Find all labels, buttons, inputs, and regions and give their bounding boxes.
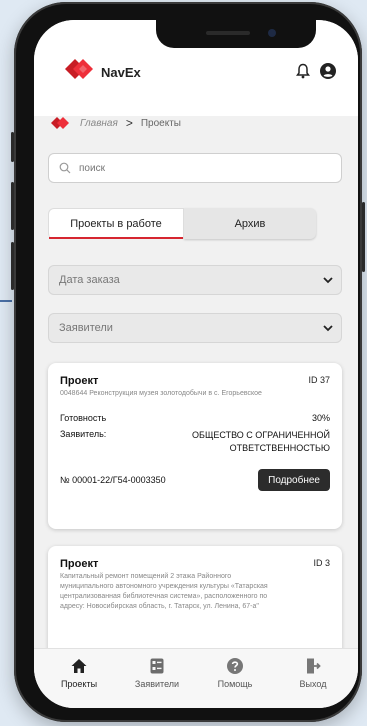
speaker — [206, 31, 250, 35]
applicants-icon — [150, 658, 164, 674]
tabbar-item-logout[interactable]: Выход — [278, 649, 348, 708]
bottom-tab-bar: Проекты Заявители Помощь Выход — [34, 648, 358, 708]
readiness-value: 30% — [311, 413, 330, 423]
tab-projects-in-work[interactable]: Проекты в работе — [48, 208, 184, 239]
applicants-dropdown[interactable]: Заявители — [48, 313, 342, 343]
phone-screen: NavEx Главная > Проекты Проекты в работе… — [34, 20, 358, 708]
breadcrumb-home-link[interactable]: Главная — [80, 118, 118, 129]
order-date-dropdown[interactable]: Дата заказа — [48, 265, 342, 295]
tabbar-label: Проекты — [60, 679, 98, 689]
breadcrumb-current: Проекты — [140, 117, 181, 129]
phone-power-button — [362, 202, 365, 272]
chevron-down-icon — [323, 325, 333, 332]
tabbar-item-help[interactable]: Помощь — [200, 649, 270, 708]
tabbar-label: Помощь — [217, 679, 253, 689]
phone-side-button — [11, 132, 14, 162]
chevron-down-icon — [323, 277, 333, 284]
phone-volume-up — [11, 182, 14, 230]
project-id: ID 37 — [308, 375, 330, 385]
applicants-label: Заявители — [59, 322, 113, 334]
phone-volume-down — [11, 242, 14, 290]
breadcrumb: Главная > Проекты — [50, 114, 181, 132]
phone-notch — [156, 20, 316, 48]
tabbar-item-projects[interactable]: Проекты — [44, 649, 114, 708]
applicant-label: Заявитель: — [60, 429, 107, 439]
order-date-label: Дата заказа — [59, 274, 120, 286]
search-icon — [59, 162, 71, 174]
project-title: Проект — [60, 558, 99, 570]
logout-icon — [307, 658, 321, 674]
project-card[interactable]: Проект ID 37 0048644 Реконструкция музея… — [48, 363, 342, 529]
projects-tabs: Проекты в работе Архив — [48, 208, 316, 239]
project-number: № 00001-22/Г54-0003350 — [60, 475, 166, 485]
help-icon — [227, 658, 243, 674]
user-icon[interactable] — [320, 63, 336, 79]
project-title: Проект — [60, 375, 99, 387]
project-id: ID 3 — [313, 558, 330, 568]
navex-logo-icon[interactable] — [62, 56, 96, 82]
home-icon — [71, 659, 87, 673]
camera — [268, 29, 276, 37]
tabbar-label: Заявители — [134, 679, 180, 689]
tabbar-label: Выход — [299, 679, 327, 689]
tabbar-item-applicants[interactable]: Заявители — [122, 649, 192, 708]
details-button[interactable]: Подробнее — [258, 469, 330, 491]
search-input[interactable] — [77, 161, 321, 175]
readiness-label: Готовность — [60, 413, 107, 423]
background-accent-line — [0, 300, 12, 302]
tab-archive[interactable]: Архив — [184, 208, 316, 239]
breadcrumb-logo-icon — [51, 117, 69, 129]
breadcrumb-separator: > — [125, 116, 133, 130]
search-box — [48, 153, 342, 183]
project-description: Капитальный ремонт помещений 2 этажа Рай… — [60, 573, 268, 610]
applicant-value: ОБЩЕСТВО С ОГРАНИЧЕННОЙ ОТВЕТСТВЕННОСТЬЮ — [192, 430, 330, 453]
bell-icon[interactable] — [296, 63, 310, 79]
project-description: 0048644 Реконструкция музея золотодобычи… — [60, 390, 262, 397]
brand-name: NavEx — [101, 65, 141, 80]
